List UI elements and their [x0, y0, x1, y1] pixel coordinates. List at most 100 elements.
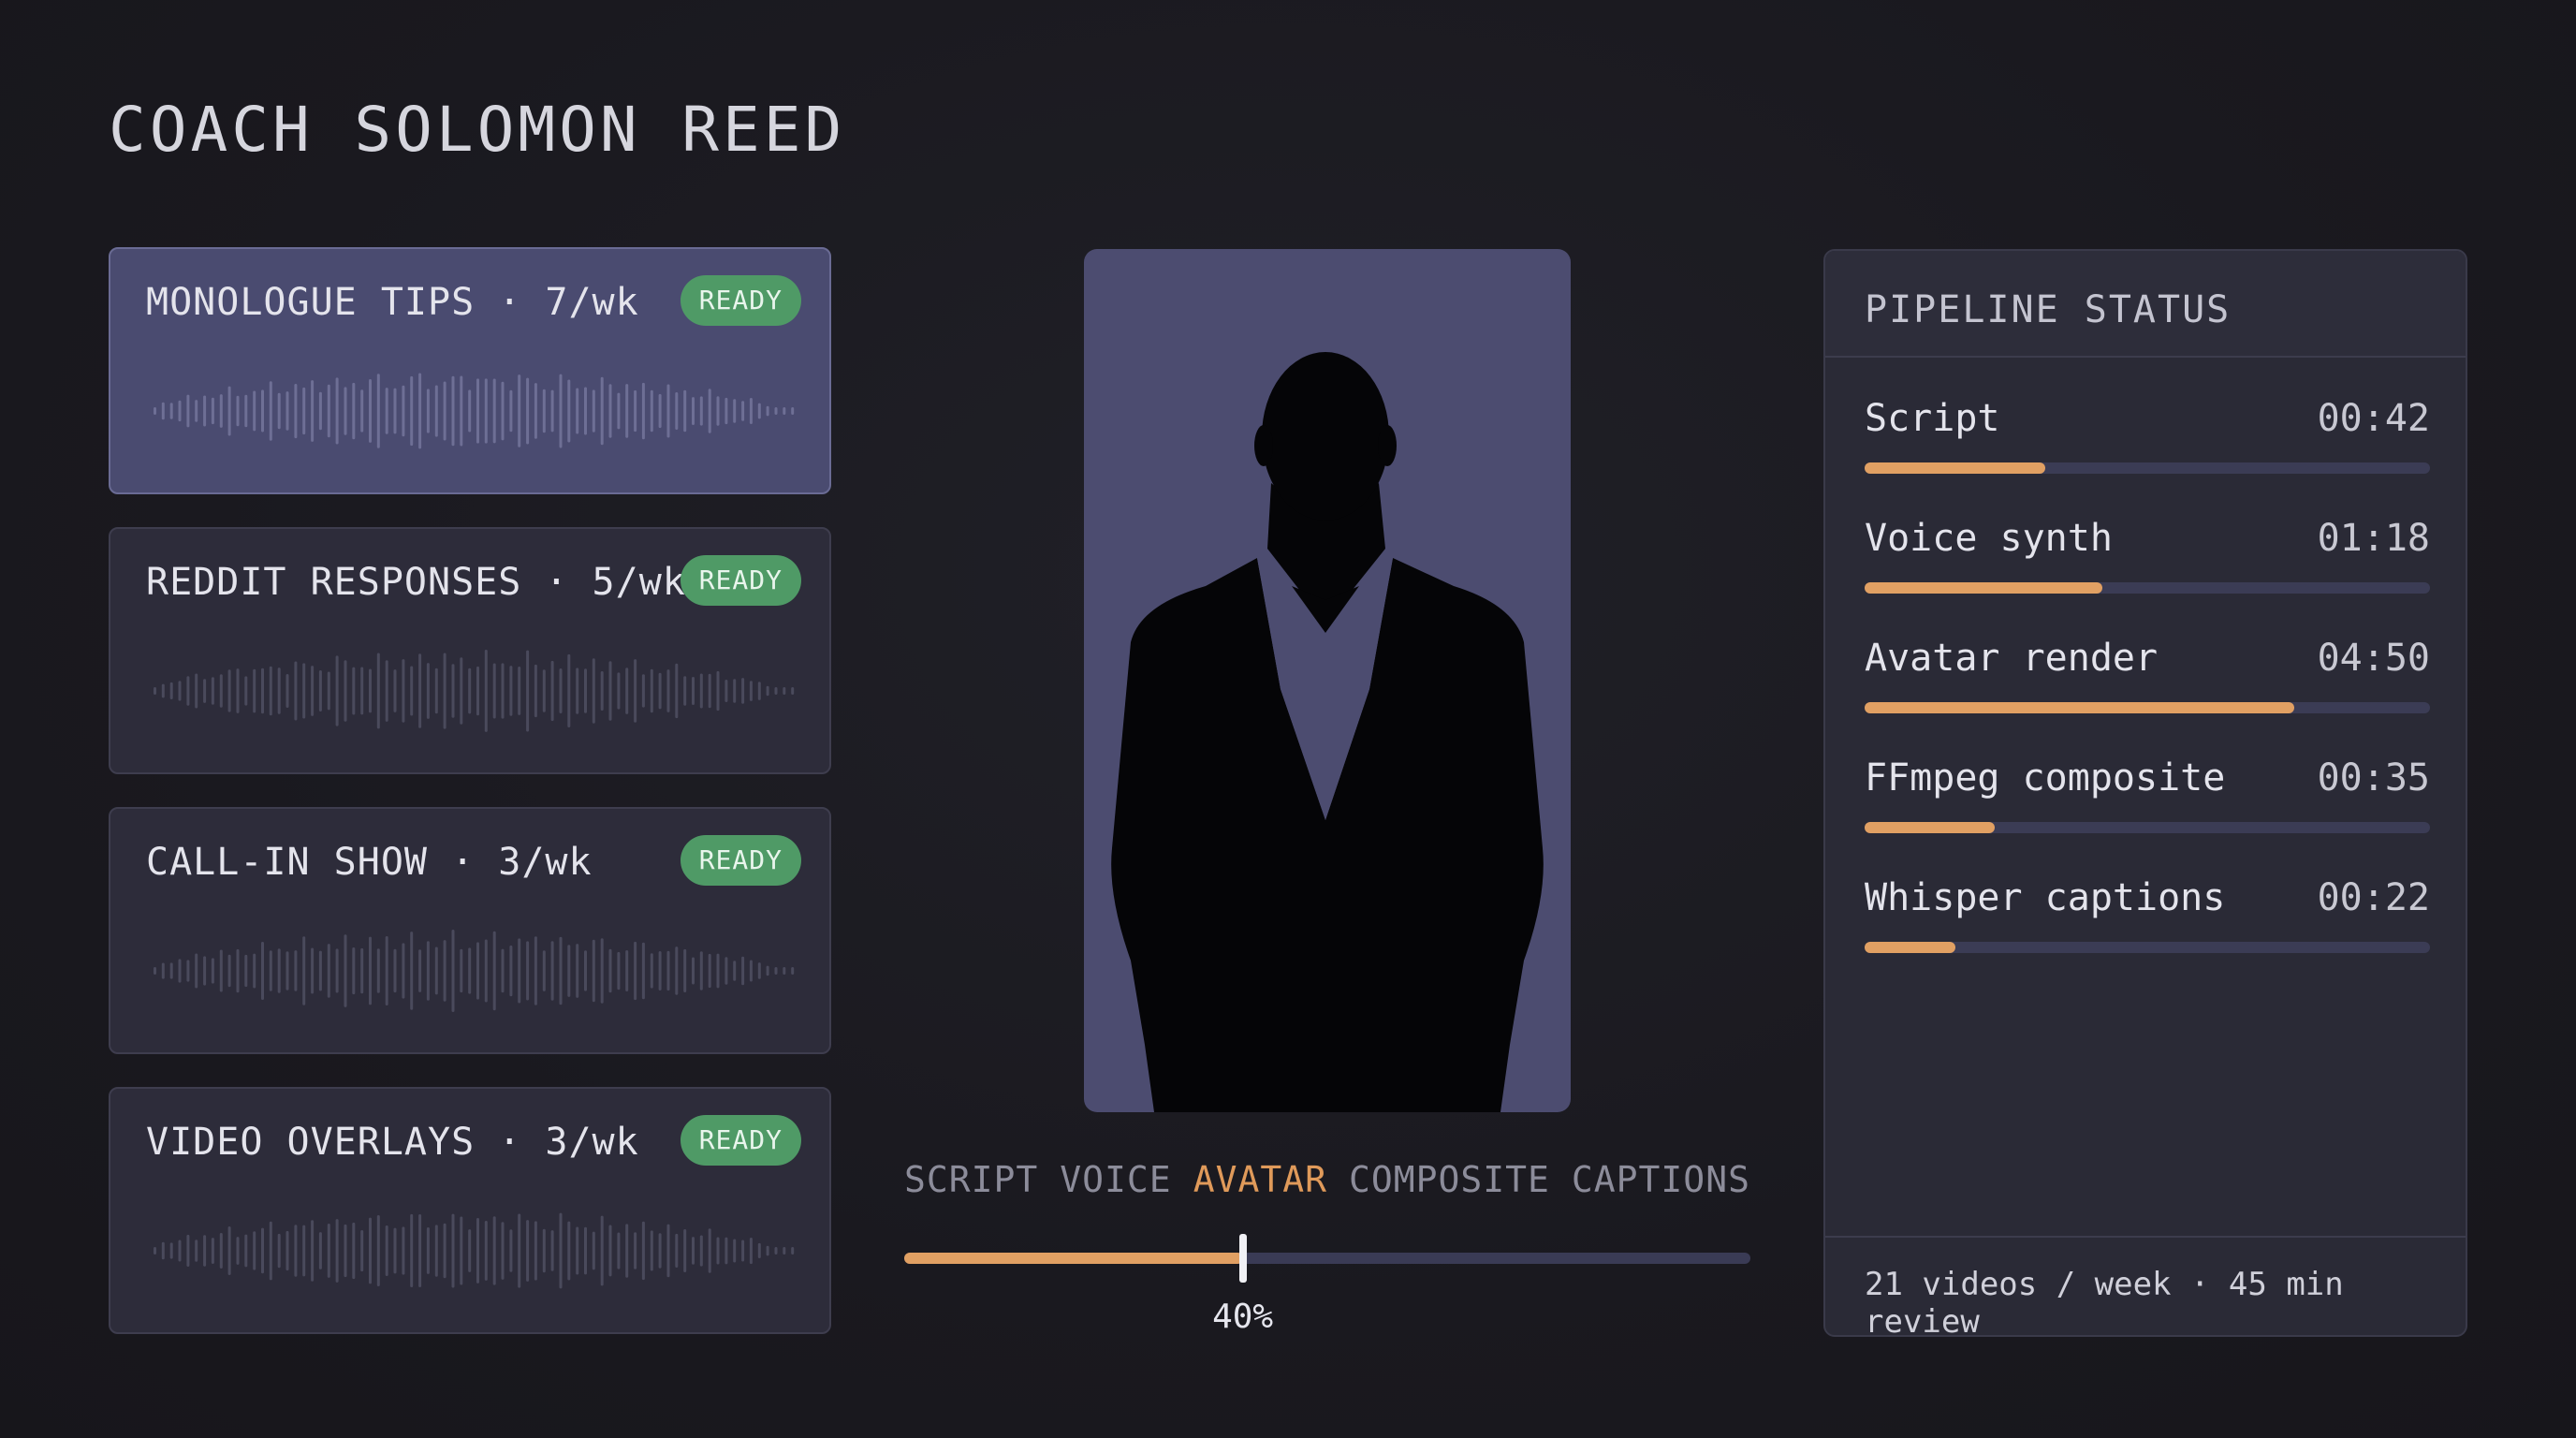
pipeline-stepper: SCRIPT VOICE AVATAR COMPOSITE CAPTIONS: [904, 1159, 1750, 1200]
avatar-preview: [1084, 249, 1571, 1112]
waveform-bar: [783, 687, 786, 695]
waveform-bar: [261, 1227, 264, 1274]
clip-card-reddit-responses[interactable]: REDDIT RESPONSES · 5/wk READY: [109, 527, 831, 774]
waveform-bar: [302, 936, 306, 1005]
waveform-bar: [550, 389, 554, 433]
waveform-bar: [352, 382, 356, 440]
waveform-bar: [625, 384, 629, 438]
waveform-bar: [468, 1229, 472, 1272]
waveform-bar: [203, 956, 207, 986]
waveform-bar: [443, 940, 446, 1002]
waveform-bar: [154, 1247, 156, 1255]
waveform-bar: [195, 953, 198, 989]
status-badge: READY: [680, 1115, 801, 1166]
waveform-bar: [211, 397, 214, 425]
waveform-bar: [402, 1226, 405, 1275]
waveform-bar: [774, 1247, 778, 1255]
waveform-bar: [244, 676, 248, 706]
waveform-bar: [576, 944, 579, 998]
waveform-bar: [567, 653, 571, 727]
waveform-bar: [186, 960, 190, 982]
waveform-bar: [634, 389, 637, 433]
waveform-bar: [236, 395, 240, 427]
waveform-bar: [733, 399, 737, 423]
progress-value: 40%: [1212, 1298, 1274, 1336]
waveform-bar: [733, 679, 737, 703]
waveform-bar: [600, 671, 604, 711]
stage-name: Whisper captions: [1865, 876, 2226, 919]
waveform-bar: [692, 957, 695, 985]
step-avatar[interactable]: AVATAR: [1193, 1159, 1327, 1200]
waveform-bar: [302, 387, 306, 435]
waveform-bar: [335, 655, 339, 726]
waveform-bar: [385, 660, 388, 722]
waveform-bar: [154, 967, 156, 975]
stage-time: 00:42: [2317, 397, 2430, 440]
clip-card-call-in-show[interactable]: CALL-IN SHOW · 3/wk READY: [109, 807, 831, 1054]
stage-time: 04:50: [2317, 637, 2430, 680]
person-silhouette-icon: [1111, 352, 1544, 1112]
waveform-bar: [625, 668, 629, 714]
waveform-bar: [468, 389, 472, 433]
waveform-bar: [318, 391, 322, 431]
waveform-bar: [550, 941, 554, 1001]
waveform-bar: [460, 375, 463, 447]
waveform-bar: [369, 1217, 372, 1284]
waveform-bar: [443, 653, 446, 729]
waveform-bar: [393, 1227, 397, 1274]
stage-name: Voice synth: [1865, 517, 2113, 560]
waveform-bar: [352, 947, 356, 995]
waveform-bar: [169, 1242, 173, 1259]
waveform-bar: [236, 948, 240, 993]
waveform-bar: [683, 676, 687, 706]
waveform-bar: [376, 948, 380, 993]
clip-card-video-overlays[interactable]: VIDEO OVERLAYS · 3/wk READY: [109, 1087, 831, 1334]
waveform-bar: [277, 948, 281, 993]
waveform-bar: [641, 1221, 645, 1281]
waveform-bar: [550, 1230, 554, 1271]
clip-card-monologue-tips[interactable]: MONOLOGUE TIPS · 7/wk READY: [109, 247, 831, 494]
waveform-bar: [542, 389, 546, 433]
stage-progress-bar: [1865, 942, 2430, 953]
waveform-bar: [518, 938, 521, 1004]
waveform-bar: [385, 936, 388, 1005]
waveform-bar: [708, 673, 711, 709]
waveform-bar: [749, 398, 753, 424]
stage-progress-bar: [1865, 702, 2430, 713]
waveform-bar: [666, 1224, 670, 1278]
waveform-bar: [161, 1241, 165, 1260]
waveform-bar: [766, 405, 769, 417]
waveform-bar: [559, 374, 563, 448]
waveform-bar: [352, 1222, 356, 1280]
step-composite[interactable]: COMPOSITE: [1349, 1159, 1550, 1200]
waveform-bar: [311, 1220, 315, 1282]
waveform-bar: [219, 394, 223, 428]
waveform-bar: [253, 390, 256, 432]
pipeline-status-panel: PIPELINE STATUS Script 00:42 Voice synth…: [1823, 249, 2467, 1337]
waveform-bar: [774, 967, 778, 975]
waveform-bar: [460, 1216, 463, 1285]
waveform-bar: [410, 666, 414, 716]
waveform-bar: [418, 373, 422, 449]
waveform-bar: [559, 668, 563, 713]
slider-handle[interactable]: [1238, 1234, 1247, 1283]
waveform-bar: [658, 1233, 662, 1269]
waveform-bar: [269, 381, 272, 441]
waveform-bar: [402, 943, 405, 999]
waveform-bar: [178, 681, 182, 701]
waveform-bar: [641, 382, 645, 440]
waveform-bar: [402, 659, 405, 723]
waveform-bar: [741, 678, 745, 704]
waveform-bar: [584, 1226, 587, 1275]
waveform-bar: [460, 948, 463, 993]
waveform-bar: [683, 389, 687, 433]
waveform-bar: [634, 659, 637, 723]
waveform-bar: [526, 941, 530, 1001]
step-script[interactable]: SCRIPT: [904, 1159, 1038, 1200]
waveform-bar: [227, 1226, 231, 1275]
waveform-bar: [501, 381, 505, 441]
step-captions[interactable]: CAPTIONS: [1572, 1159, 1750, 1200]
progress-slider[interactable]: [904, 1234, 1750, 1283]
step-voice[interactable]: VOICE: [1060, 1159, 1171, 1200]
waveform-bar: [393, 669, 397, 712]
